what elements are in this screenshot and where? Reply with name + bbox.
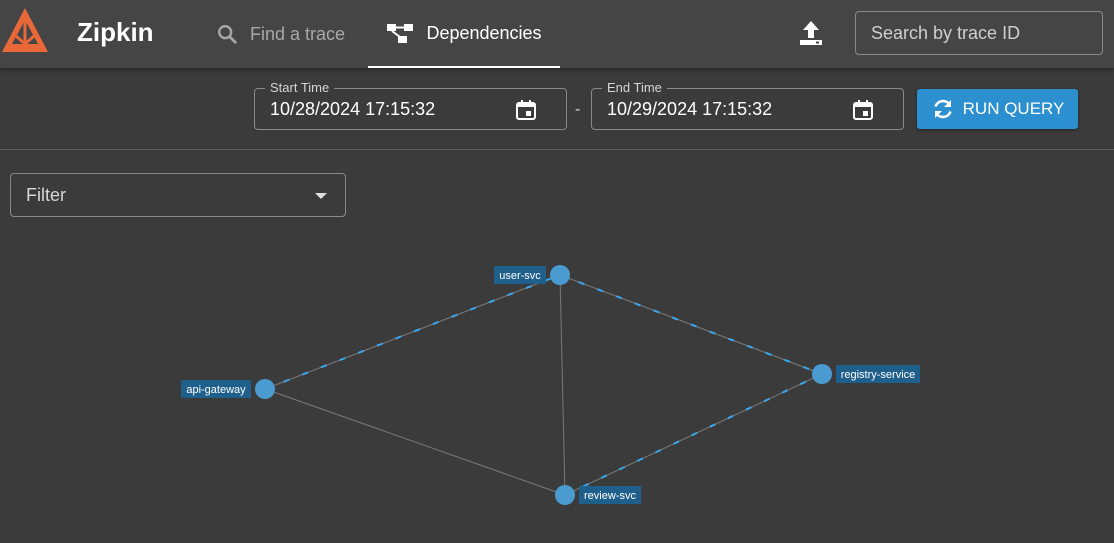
- graph-node-user-svc[interactable]: user-svc: [494, 265, 570, 285]
- tab-dependencies-label: Dependencies: [426, 22, 542, 43]
- graph-node-registry-service[interactable]: registry-service: [812, 364, 920, 384]
- upload-icon[interactable]: [796, 18, 826, 48]
- node-circle: [550, 265, 570, 285]
- zipkin-logo-icon[interactable]: [0, 6, 50, 58]
- node-circle: [812, 364, 832, 384]
- app-bar: Zipkin Find a trace Dependencies: [0, 0, 1114, 68]
- calendar-icon[interactable]: [851, 98, 875, 122]
- date-range-separator: -: [575, 101, 581, 118]
- graph-node-api-gateway[interactable]: api-gateway: [181, 379, 275, 399]
- run-query-button[interactable]: RUN QUERY: [917, 89, 1078, 129]
- filter-placeholder: Filter: [26, 185, 66, 205]
- query-bar: Start Time 10/28/2024 17:15:32 - End Tim…: [0, 68, 1114, 150]
- trace-id-search-input[interactable]: [855, 11, 1103, 55]
- chevron-down-icon: [315, 193, 327, 199]
- service-filter-select[interactable]: Filter: [10, 173, 346, 217]
- run-query-label: RUN QUERY: [962, 99, 1065, 118]
- end-time-value: 10/29/2024 17:15:32: [607, 99, 773, 119]
- edge-review-svc-to-registry-service: [564, 373, 823, 496]
- node-label: review-svc: [584, 490, 636, 502]
- start-time-field[interactable]: Start Time 10/28/2024 17:15:32: [254, 80, 567, 130]
- edge-traffic-user-svc-to-registry-service: [559, 274, 823, 375]
- node-label: user-svc: [499, 270, 541, 282]
- start-time-label: Start Time: [265, 80, 335, 96]
- end-time-label: End Time: [602, 80, 667, 96]
- app-title: Zipkin: [77, 17, 154, 47]
- node-circle: [555, 485, 575, 505]
- tab-find-trace-label: Find a trace: [250, 23, 346, 44]
- edge-traffic-api-gateway-to-user-svc: [264, 274, 561, 390]
- edge-api-gateway-to-review-svc: [264, 388, 566, 496]
- edge-api-gateway-to-user-svc: [264, 274, 561, 390]
- node-circle: [255, 379, 275, 399]
- edge-user-svc-to-registry-service: [559, 274, 823, 375]
- graph-node-review-svc[interactable]: review-svc: [555, 485, 641, 505]
- edge-traffic-review-svc-to-registry-service: [564, 373, 823, 496]
- tab-dependencies[interactable]: Dependencies: [368, 0, 560, 68]
- node-label: api-gateway: [186, 384, 246, 396]
- node-label: registry-service: [841, 369, 916, 381]
- refresh-icon: [933, 99, 952, 119]
- calendar-icon[interactable]: [514, 98, 538, 122]
- tab-find-trace[interactable]: Find a trace: [216, 0, 345, 68]
- start-time-value: 10/28/2024 17:15:32: [270, 99, 436, 119]
- edge-user-svc-to-review-svc: [559, 274, 566, 496]
- dependencies-icon: [387, 24, 414, 43]
- search-icon: [218, 25, 237, 44]
- end-time-field[interactable]: End Time 10/29/2024 17:15:32: [591, 80, 904, 130]
